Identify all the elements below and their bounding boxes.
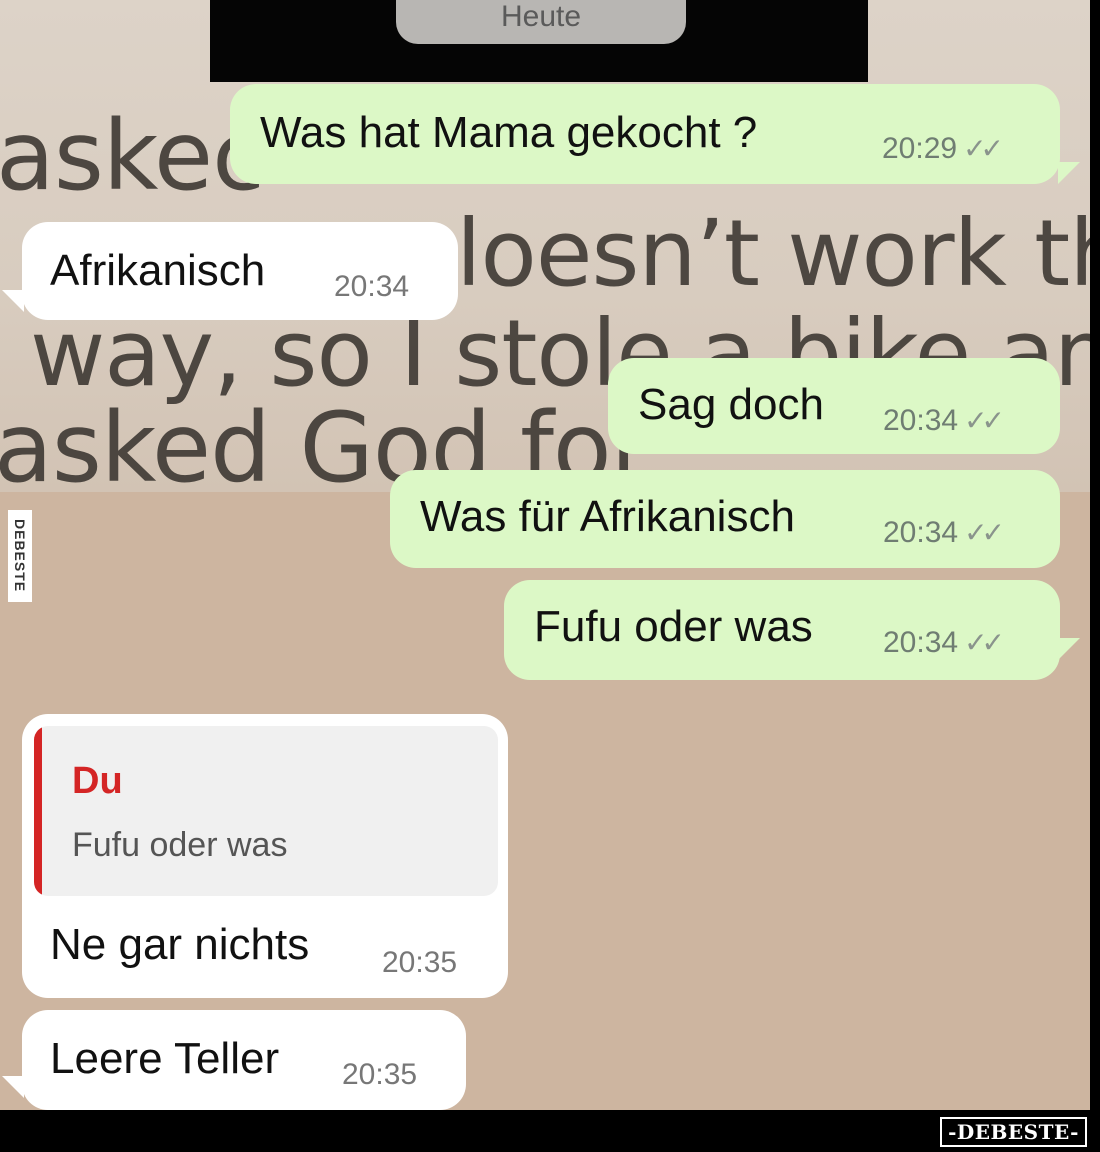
message-time: 20:34 (883, 626, 959, 659)
message-text: Afrikanisch (50, 246, 266, 295)
message-bubble-outgoing[interactable]: Was für Afrikanisch 20:34 ✓✓ (390, 470, 1060, 568)
read-receipt-icon: ✓✓ (964, 517, 1005, 548)
message-meta: 20:34 ✓✓ (883, 404, 1005, 438)
message-text: Fufu oder was (534, 602, 813, 651)
message-bubble-outgoing[interactable]: Sag doch 20:34 ✓✓ (608, 358, 1060, 454)
quote-text: Fufu oder was (72, 826, 288, 864)
read-receipt-icon: ✓✓ (964, 405, 1005, 436)
message-time: 20:35 (382, 946, 458, 979)
right-border (1090, 0, 1100, 1110)
quote-accent-bar (34, 726, 42, 896)
message-text: Leere Teller (50, 1034, 280, 1083)
message-bubble-outgoing[interactable]: Was hat Mama gekocht ? 20:29 ✓✓ (230, 84, 1060, 184)
message-bubble-incoming-reply[interactable]: Du Fufu oder was Ne gar nichts 20:35 (22, 714, 508, 998)
message-text: Sag doch (638, 380, 824, 429)
message-meta: 20:34 ✓✓ (883, 516, 1005, 550)
wallpaper-text-line: askec (0, 100, 265, 212)
message-text: Was für Afrikanisch (420, 492, 795, 541)
bubble-tail (2, 290, 24, 312)
message-time: 20:34 (883, 404, 959, 437)
message-meta: 20:34 ✓✓ (883, 626, 1005, 660)
quote-author: Du (72, 760, 123, 802)
watermark-logo: -DEBESTE- (940, 1117, 1087, 1147)
chat-screen: askec loesn’t work that way, so I stole … (0, 0, 1090, 1110)
message-time: 20:29 (882, 132, 958, 165)
message-text: Was hat Mama gekocht ? (260, 108, 758, 157)
wallpaper-text-line: loesn’t work that (456, 200, 1090, 307)
message-meta: 20:29 ✓✓ (882, 132, 1004, 166)
quoted-message[interactable]: Du Fufu oder was (34, 726, 498, 896)
message-time: 20:34 (883, 516, 959, 549)
message-bubble-incoming[interactable]: Afrikanisch 20:34 (22, 222, 458, 320)
message-time: 20:35 (342, 1058, 418, 1091)
bubble-tail (2, 1076, 24, 1098)
date-separator: Heute (396, 0, 686, 44)
side-watermark: DEBESTE (8, 510, 32, 602)
read-receipt-icon: ✓✓ (964, 627, 1005, 658)
message-time: 20:34 (334, 270, 410, 303)
bubble-tail (1058, 638, 1080, 660)
message-bubble-outgoing[interactable]: Fufu oder was 20:34 ✓✓ (504, 580, 1060, 680)
read-receipt-icon: ✓✓ (963, 133, 1004, 164)
bubble-tail (1058, 162, 1080, 184)
message-text: Ne gar nichts (50, 920, 310, 969)
bottom-border (0, 1110, 1100, 1152)
message-bubble-incoming[interactable]: Leere Teller 20:35 (22, 1010, 466, 1110)
